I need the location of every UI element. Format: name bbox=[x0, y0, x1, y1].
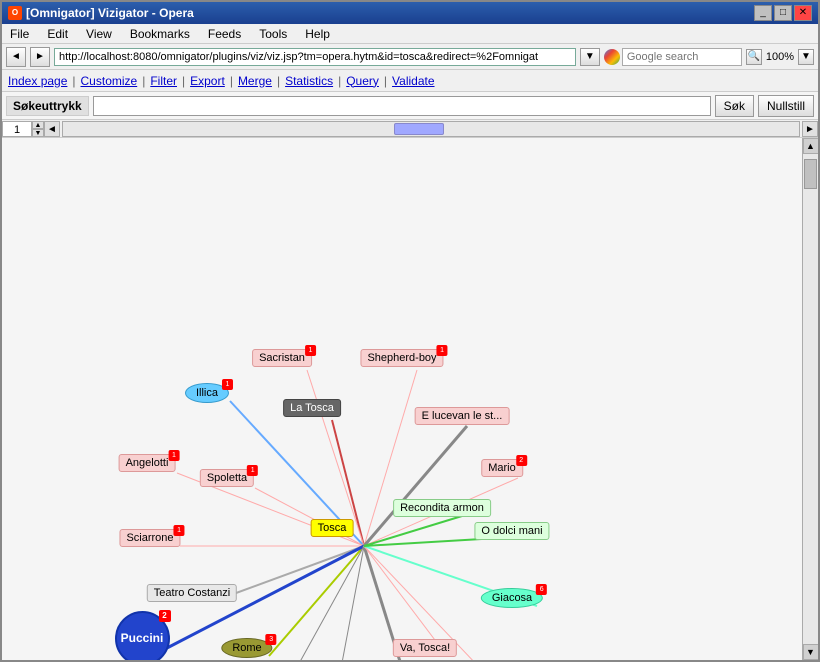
nav-merge[interactable]: Merge bbox=[238, 74, 272, 88]
menu-bar: File Edit View Bookmarks Feeds Tools Hel… bbox=[2, 24, 818, 44]
scroll-left-button[interactable]: ◄ bbox=[44, 121, 60, 137]
menu-file[interactable]: File bbox=[6, 26, 33, 42]
nullstill-button[interactable]: Nullstill bbox=[758, 95, 814, 117]
node-va-tosca[interactable]: Va, Tosca! bbox=[393, 639, 457, 657]
node-puccini[interactable]: Puccini2 bbox=[115, 611, 170, 661]
node-sacristan[interactable]: Sacristan1 bbox=[252, 349, 312, 367]
main-content: Tosca La Tosca Puccini2 Illica1 Giacosa6 Rome… bbox=[2, 138, 818, 660]
menu-tools[interactable]: Tools bbox=[255, 26, 291, 42]
sok-button[interactable]: Søk bbox=[715, 95, 754, 117]
nav-sep-6: | bbox=[338, 74, 341, 88]
maximize-button[interactable]: □ bbox=[774, 5, 792, 21]
node-la-tosca[interactable]: La Tosca bbox=[283, 399, 341, 417]
search-field[interactable] bbox=[93, 96, 711, 116]
title-bar-controls: _ □ ✕ bbox=[754, 5, 812, 21]
scroll-thumb-vert[interactable] bbox=[804, 159, 817, 189]
app-icon: O bbox=[8, 6, 22, 20]
nav-validate[interactable]: Validate bbox=[392, 74, 434, 88]
search-label: Søkeuttrykk bbox=[6, 96, 89, 116]
page-number: 1 bbox=[2, 121, 32, 137]
nav-sep-3: | bbox=[182, 74, 185, 88]
menu-feeds[interactable]: Feeds bbox=[204, 26, 245, 42]
nav-customize[interactable]: Customize bbox=[81, 74, 138, 88]
nav-query[interactable]: Query bbox=[346, 74, 379, 88]
node-tosca[interactable]: Tosca bbox=[311, 519, 354, 537]
nav-filter[interactable]: Filter bbox=[150, 74, 177, 88]
title-bar-left: O [Omnigator] Vizigator - Opera bbox=[8, 6, 194, 20]
scroll-track[interactable] bbox=[803, 154, 819, 644]
nav-sep-1: | bbox=[72, 74, 75, 88]
nav-sep-5: | bbox=[277, 74, 280, 88]
node-angelotti[interactable]: Angelotti1 bbox=[119, 454, 176, 472]
graph-lines bbox=[2, 138, 802, 660]
forward-button[interactable]: ► bbox=[30, 47, 50, 67]
nav-export[interactable]: Export bbox=[190, 74, 225, 88]
viz-area[interactable]: Tosca La Tosca Puccini2 Illica1 Giacosa6 Rome… bbox=[2, 138, 802, 660]
scroll-down-button[interactable]: ▼ bbox=[803, 644, 819, 660]
scroll-right-button[interactable]: ► bbox=[802, 121, 818, 137]
node-o-dolci[interactable]: O dolci mani bbox=[474, 522, 549, 540]
node-sciarrone[interactable]: Sciarrone1 bbox=[119, 529, 180, 547]
zoom-dropdown[interactable]: ▼ bbox=[798, 49, 814, 65]
node-mario[interactable]: Mario2 bbox=[481, 459, 523, 477]
address-input[interactable] bbox=[54, 48, 576, 66]
vertical-scrollbar: ▲ ▼ bbox=[802, 138, 818, 660]
nav-sep-7: | bbox=[384, 74, 387, 88]
node-spoletta[interactable]: Spoletta1 bbox=[200, 469, 254, 487]
scroll-thumb[interactable] bbox=[394, 123, 444, 135]
title-bar: O [Omnigator] Vizigator - Opera _ □ ✕ bbox=[2, 2, 818, 24]
zoom-level: 100% bbox=[766, 51, 794, 63]
node-rome[interactable]: Rome3 bbox=[221, 638, 272, 658]
search-box-wrap bbox=[604, 48, 742, 66]
back-button[interactable]: ◄ bbox=[6, 47, 26, 67]
window-title: [Omnigator] Vizigator - Opera bbox=[26, 6, 194, 20]
nav-sep-4: | bbox=[230, 74, 233, 88]
horizontal-scrollbar[interactable] bbox=[62, 121, 800, 137]
menu-view[interactable]: View bbox=[82, 26, 116, 42]
nav-statistics[interactable]: Statistics bbox=[285, 74, 333, 88]
node-illica[interactable]: Illica1 bbox=[185, 383, 229, 403]
node-teatro-costanzi[interactable]: Teatro Costanzi bbox=[147, 584, 237, 602]
node-e-lucevan[interactable]: E lucevan le st... bbox=[415, 407, 510, 425]
go-button[interactable]: ▼ bbox=[580, 48, 600, 66]
address-bar: ◄ ► ▼ 🔍 100% ▼ bbox=[2, 44, 818, 70]
node-giacosa[interactable]: Giacosa6 bbox=[481, 588, 543, 608]
window: O [Omnigator] Vizigator - Opera _ □ ✕ Fi… bbox=[0, 0, 820, 662]
scroll-up-button[interactable]: ▲ bbox=[803, 138, 819, 154]
search-bar: Søkeuttrykk Søk Nullstill bbox=[2, 92, 818, 120]
node-recondita[interactable]: Recondita armon bbox=[393, 499, 491, 517]
google-icon bbox=[604, 49, 620, 65]
menu-bookmarks[interactable]: Bookmarks bbox=[126, 26, 194, 42]
zoom-button[interactable]: 🔍 bbox=[746, 49, 762, 65]
search-input[interactable] bbox=[622, 48, 742, 66]
scroll-row: 1 ▲ ▼ ◄ ► bbox=[2, 120, 818, 138]
menu-edit[interactable]: Edit bbox=[43, 26, 72, 42]
close-button[interactable]: ✕ bbox=[794, 5, 812, 21]
nav-sep-2: | bbox=[142, 74, 145, 88]
menu-help[interactable]: Help bbox=[301, 26, 334, 42]
minimize-button[interactable]: _ bbox=[754, 5, 772, 21]
spin-up[interactable]: ▲ bbox=[32, 121, 44, 129]
spin-down[interactable]: ▼ bbox=[32, 129, 44, 137]
nav-links: Index page | Customize | Filter | Export… bbox=[2, 70, 818, 92]
nav-index-page[interactable]: Index page bbox=[8, 74, 67, 88]
node-shepherd-boy[interactable]: Shepherd-boy1 bbox=[360, 349, 443, 367]
page-spinner: ▲ ▼ bbox=[32, 121, 44, 137]
